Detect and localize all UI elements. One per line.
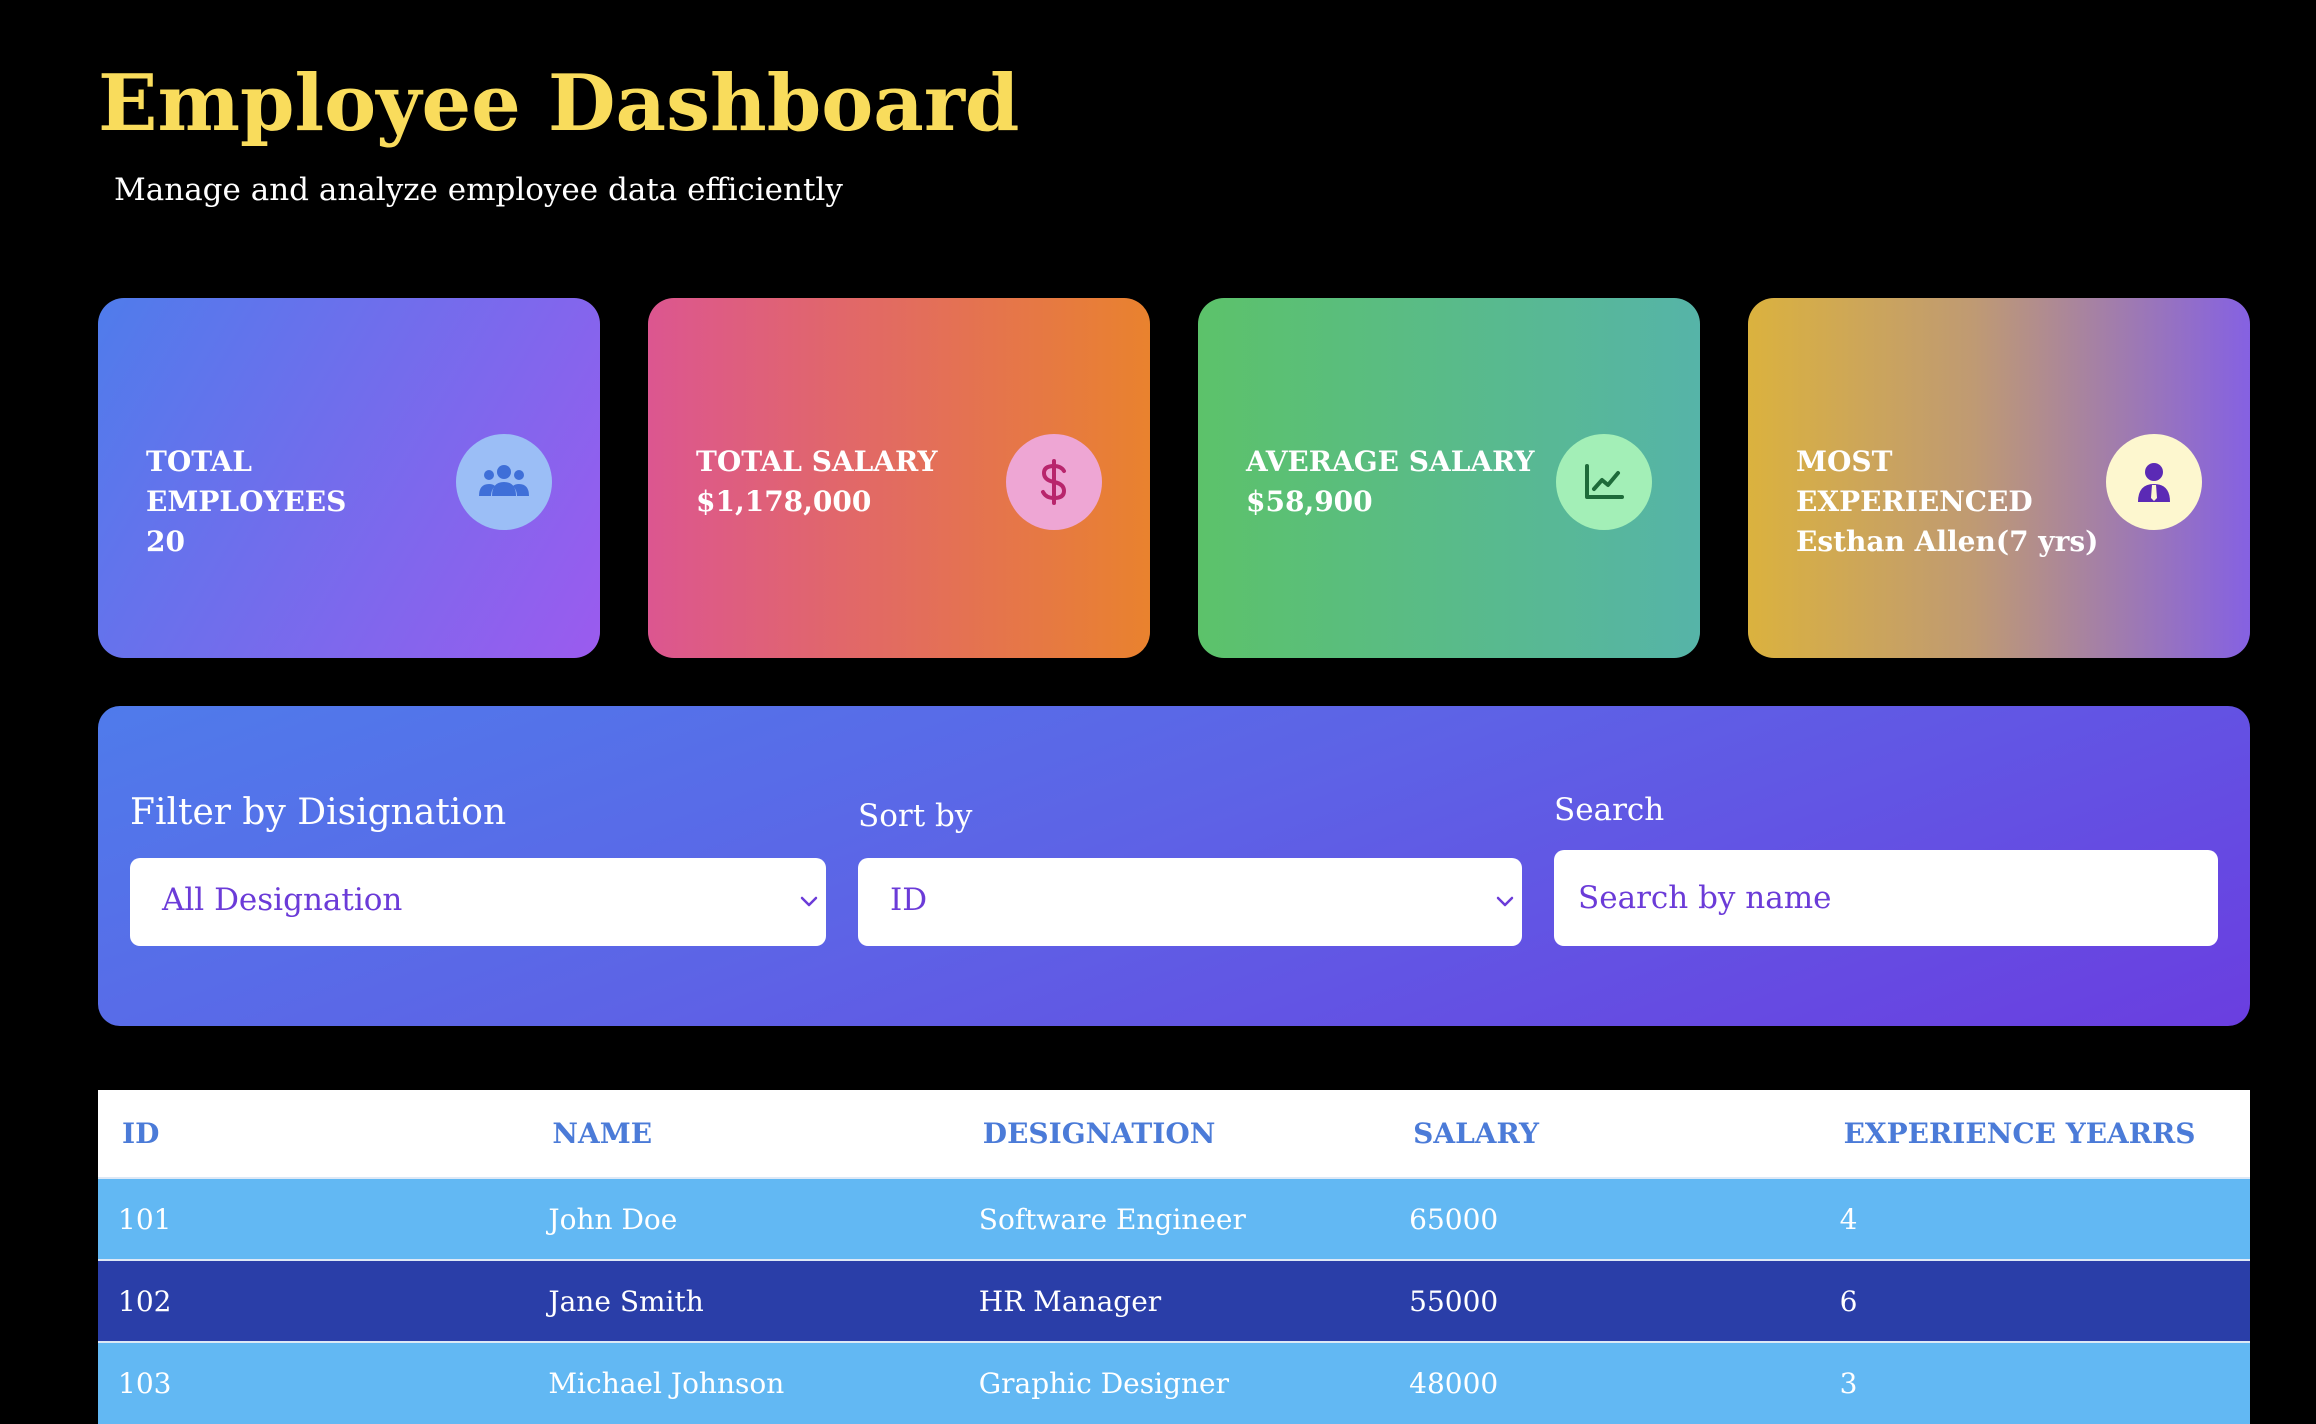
search-label: Search (1554, 792, 1665, 828)
card-most-experienced: Most Experienced Esthan Allen(7 yrs) (1748, 298, 2250, 658)
cell-experience: 4 (1839, 1202, 1858, 1236)
cell-name: Jane Smith (548, 1284, 704, 1318)
cell-salary: 48000 (1409, 1367, 1499, 1400)
card-text: Total Salary $1,178,000 (696, 442, 996, 522)
filter-panel: Filter by Disignation All Designation So… (98, 706, 2250, 1026)
card-total-employees: Total Employees 20 (98, 298, 600, 658)
chevron-down-icon (1496, 896, 1514, 907)
column-header-experience[interactable]: EXPERIENCE YEARRS (1820, 1090, 2250, 1178)
users-icon (456, 434, 552, 530)
cell-experience: 3 (1839, 1367, 1858, 1400)
column-header-name[interactable]: NAME (528, 1090, 958, 1178)
employee-table: ID NAME DESIGNATION SALARY EXPERIENCE YE… (98, 1090, 2250, 1424)
page-subtitle: Manage and analyze employee data efficie… (114, 172, 843, 208)
designation-filter-label: Filter by Disignation (130, 792, 507, 833)
employee-table-container: ID NAME DESIGNATION SALARY EXPERIENCE YE… (98, 1090, 2250, 1424)
sort-label: Sort by (858, 798, 973, 834)
card-label: Total Employees (146, 445, 347, 518)
card-value: 20 (146, 525, 185, 558)
card-total-salary: Total Salary $1,178,000 (648, 298, 1150, 658)
designation-select-value: All Designation (162, 882, 403, 918)
card-text: Total Employees 20 (146, 442, 446, 562)
user-tie-icon (2106, 434, 2202, 530)
card-text: Most Experienced Esthan Allen(7 yrs) (1796, 442, 2126, 562)
cell-id: 101 (118, 1202, 172, 1236)
stat-cards: Total Employees 20 Total Salary $1,178,0… (98, 298, 2250, 658)
cell-salary: 55000 (1409, 1284, 1499, 1318)
cell-experience: 6 (1839, 1284, 1858, 1318)
column-header-designation[interactable]: DESIGNATION (959, 1090, 1389, 1178)
cell-name: John Doe (548, 1202, 678, 1236)
table-row[interactable]: 101 John Doe Software Engineer 65000 4 (98, 1178, 2250, 1260)
card-value: $1,178,000 (696, 485, 872, 518)
page: Employee Dashboard Manage and analyze em… (0, 0, 2316, 1424)
column-header-salary[interactable]: SALARY (1389, 1090, 1819, 1178)
sort-select[interactable]: ID (858, 858, 1522, 946)
cell-designation: HR Manager (978, 1284, 1162, 1318)
designation-select[interactable]: All Designation (130, 858, 826, 946)
chart-line-icon (1556, 434, 1652, 530)
table-row[interactable]: 102 Jane Smith HR Manager 55000 6 (98, 1260, 2250, 1342)
table-header-row: ID NAME DESIGNATION SALARY EXPERIENCE YE… (98, 1090, 2250, 1178)
sort-select-value: ID (890, 882, 928, 918)
table-row[interactable]: 103 Michael Johnson Graphic Designer 480… (98, 1342, 2250, 1424)
chevron-down-icon (800, 896, 818, 907)
card-average-salary: Average Salary $58,900 (1198, 298, 1700, 658)
card-label: Total Salary (696, 445, 938, 478)
card-text: Average Salary $58,900 (1246, 442, 1546, 522)
cell-id: 103 (118, 1367, 172, 1400)
card-value: $58,900 (1246, 485, 1373, 518)
cell-id: 102 (118, 1284, 172, 1318)
column-header-id[interactable]: ID (98, 1090, 528, 1178)
cell-name: Michael Johnson (548, 1367, 785, 1400)
card-label: Average Salary (1246, 445, 1535, 478)
cell-designation: Graphic Designer (978, 1367, 1229, 1400)
card-label: Most Experienced (1796, 445, 2033, 518)
cell-designation: Software Engineer (978, 1202, 1246, 1236)
dollar-icon (1006, 434, 1102, 530)
search-input[interactable] (1554, 850, 2218, 946)
card-value: Esthan Allen(7 yrs) (1796, 525, 2099, 558)
page-title: Employee Dashboard (98, 58, 1020, 149)
cell-salary: 65000 (1409, 1202, 1499, 1236)
